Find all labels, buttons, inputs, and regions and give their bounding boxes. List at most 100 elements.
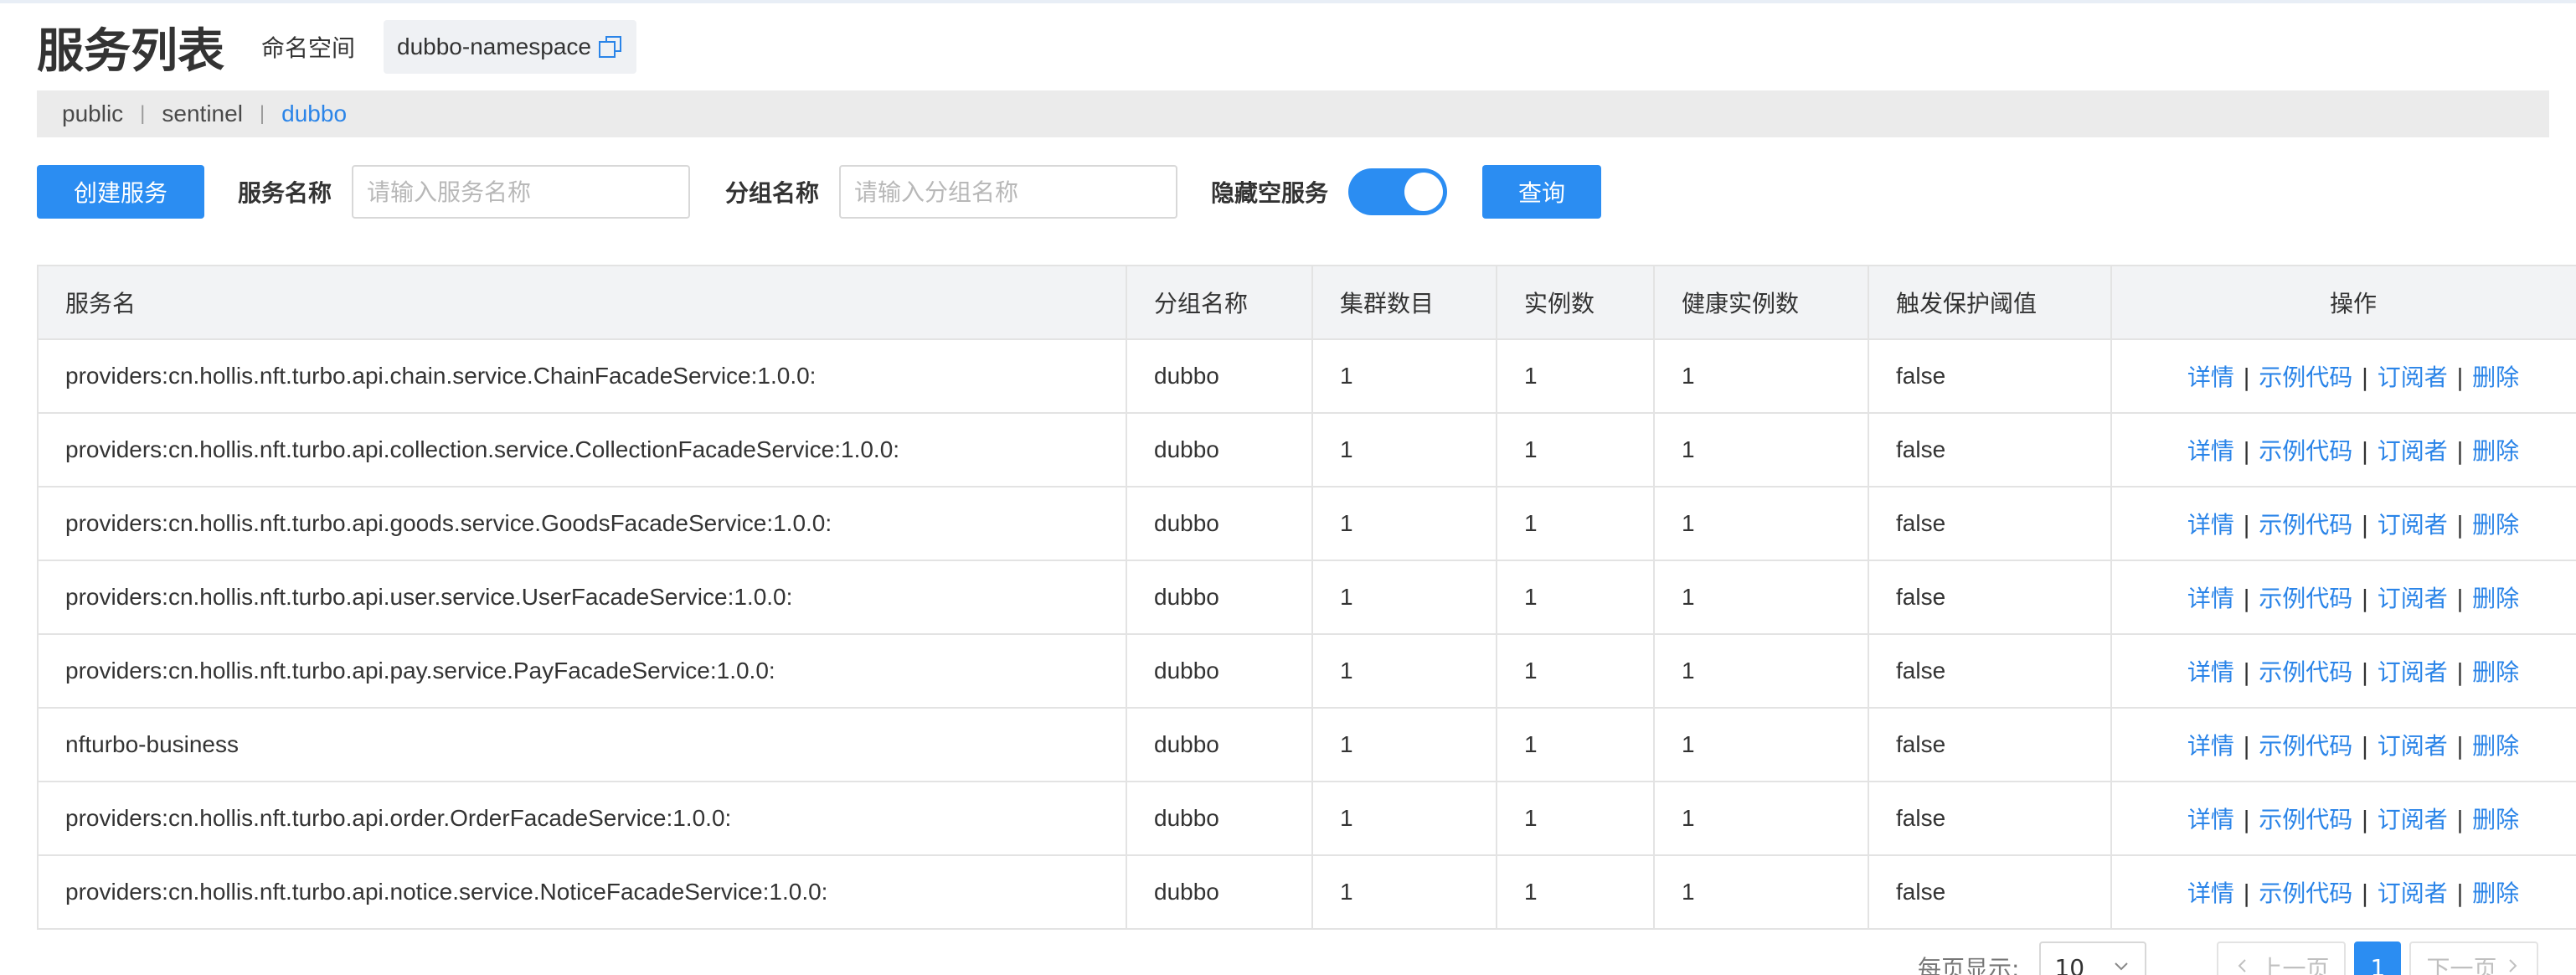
subscribers-link[interactable]: 订阅者 <box>2378 585 2448 612</box>
delete-link[interactable]: 删除 <box>2472 806 2519 833</box>
operation-separator: | <box>2361 364 2369 391</box>
operation-separator: | <box>2242 585 2251 612</box>
cell-instances: 1 <box>1496 412 1655 488</box>
operation-separator: | <box>2455 511 2465 539</box>
cell-name: providers:cn.hollis.nft.turbo.api.goods.… <box>37 486 1127 561</box>
delete-link[interactable]: 删除 <box>2472 880 2519 907</box>
namespace-chip: dubbo-namespace <box>384 20 636 74</box>
cell-healthy: 1 <box>1653 707 1869 782</box>
operation-separator: | <box>2361 658 2369 686</box>
delete-link[interactable]: 删除 <box>2472 437 2519 465</box>
operation-separator: | <box>2455 732 2465 760</box>
operation-separator: | <box>2361 437 2369 465</box>
sample-code-link[interactable]: 示例代码 <box>2259 806 2352 833</box>
cell-group: dubbo <box>1126 412 1313 488</box>
sample-code-link[interactable]: 示例代码 <box>2259 880 2352 907</box>
column-header-group: 分组名称 <box>1126 265 1313 340</box>
column-header-service-name: 服务名 <box>37 265 1127 340</box>
detail-link[interactable]: 详情 <box>2187 585 2234 612</box>
chevron-down-icon <box>2111 954 2131 975</box>
subscribers-link[interactable]: 订阅者 <box>2378 437 2448 465</box>
cell-healthy: 1 <box>1653 338 1869 414</box>
namespace-value: dubbo-namespace <box>397 34 591 59</box>
detail-link[interactable]: 详情 <box>2187 806 2234 833</box>
operation-separator: | <box>2455 806 2465 833</box>
delete-link[interactable]: 删除 <box>2472 585 2519 612</box>
cell-healthy: 1 <box>1653 633 1869 709</box>
next-page-button[interactable]: 下一页 <box>2409 941 2539 975</box>
cell-operations: 详情 | 示例代码 | 订阅者 | 删除 <box>2110 486 2576 561</box>
operation-separator: | <box>2242 732 2251 760</box>
sample-code-link[interactable]: 示例代码 <box>2259 511 2352 539</box>
cell-name: nfturbo-business <box>37 707 1127 782</box>
operation-separator: | <box>2361 806 2369 833</box>
detail-link[interactable]: 详情 <box>2187 880 2234 907</box>
operation-separator: | <box>2242 658 2251 686</box>
cell-operations: 详情 | 示例代码 | 订阅者 | 删除 <box>2110 707 2576 782</box>
cell-operations: 详情 | 示例代码 | 订阅者 | 删除 <box>2110 412 2576 488</box>
table-row: providers:cn.hollis.nft.turbo.api.notice… <box>37 854 2576 930</box>
sample-code-link[interactable]: 示例代码 <box>2259 437 2352 465</box>
service-name-input[interactable] <box>352 165 691 219</box>
namespace-separator: | <box>140 102 146 125</box>
column-header-clusters: 集群数目 <box>1311 265 1497 340</box>
cell-threshold: false <box>1868 781 2112 856</box>
namespace-item-public[interactable]: public <box>62 101 123 127</box>
cell-clusters: 1 <box>1311 781 1497 856</box>
detail-link[interactable]: 详情 <box>2187 732 2234 760</box>
operation-separator: | <box>2361 511 2369 539</box>
cell-threshold: false <box>1868 412 2112 488</box>
hide-empty-toggle[interactable] <box>1348 168 1448 215</box>
cell-healthy: 1 <box>1653 486 1869 561</box>
query-button[interactable]: 查询 <box>1482 165 1602 219</box>
subscribers-link[interactable]: 订阅者 <box>2378 880 2448 907</box>
sample-code-link[interactable]: 示例代码 <box>2259 658 2352 686</box>
table-row: providers:cn.hollis.nft.turbo.api.goods.… <box>37 486 2576 561</box>
cell-group: dubbo <box>1126 338 1313 414</box>
cell-group: dubbo <box>1126 486 1313 561</box>
sample-code-link[interactable]: 示例代码 <box>2259 585 2352 612</box>
delete-link[interactable]: 删除 <box>2472 364 2519 391</box>
detail-link[interactable]: 详情 <box>2187 364 2234 391</box>
cell-threshold: false <box>1868 338 2112 414</box>
operation-separator: | <box>2361 585 2369 612</box>
detail-link[interactable]: 详情 <box>2187 511 2234 539</box>
namespace-label: 命名空间 <box>261 34 356 62</box>
operation-separator: | <box>2242 364 2251 391</box>
delete-link[interactable]: 删除 <box>2472 511 2519 539</box>
detail-link[interactable]: 详情 <box>2187 437 2234 465</box>
column-header-operations: 操作 <box>2110 265 2576 340</box>
sample-code-link[interactable]: 示例代码 <box>2259 364 2352 391</box>
table-body: providers:cn.hollis.nft.turbo.api.chain.… <box>37 338 2576 930</box>
table-row: providers:cn.hollis.nft.turbo.api.pay.se… <box>37 633 2576 709</box>
cell-clusters: 1 <box>1311 412 1497 488</box>
operation-separator: | <box>2242 437 2251 465</box>
cell-clusters: 1 <box>1311 633 1497 709</box>
cell-group: dubbo <box>1126 781 1313 856</box>
operation-separator: | <box>2242 880 2251 907</box>
subscribers-link[interactable]: 订阅者 <box>2378 658 2448 686</box>
cell-clusters: 1 <box>1311 854 1497 930</box>
sample-code-link[interactable]: 示例代码 <box>2259 732 2352 760</box>
chevron-left-icon <box>2233 954 2250 975</box>
table-row: providers:cn.hollis.nft.turbo.api.order.… <box>37 781 2576 856</box>
namespace-item-sentinel[interactable]: sentinel <box>162 101 243 127</box>
namespace-item-dubbo[interactable]: dubbo <box>281 101 347 127</box>
group-name-input[interactable] <box>839 165 1178 219</box>
delete-link[interactable]: 删除 <box>2472 658 2519 686</box>
delete-link[interactable]: 删除 <box>2472 732 2519 760</box>
subscribers-link[interactable]: 订阅者 <box>2378 732 2448 760</box>
subscribers-link[interactable]: 订阅者 <box>2378 364 2448 391</box>
prev-page-button[interactable]: 上一页 <box>2217 941 2347 975</box>
copy-icon[interactable] <box>598 34 623 59</box>
detail-link[interactable]: 详情 <box>2187 658 2234 686</box>
page-size-select[interactable]: 10 <box>2039 941 2147 975</box>
current-page-button[interactable]: 1 <box>2354 941 2402 975</box>
subscribers-link[interactable]: 订阅者 <box>2378 511 2448 539</box>
subscribers-link[interactable]: 订阅者 <box>2378 806 2448 833</box>
cell-instances: 1 <box>1496 854 1655 930</box>
cell-instances: 1 <box>1496 486 1655 561</box>
column-header-healthy: 健康实例数 <box>1653 265 1869 340</box>
prev-page-label: 上一页 <box>2259 955 2330 975</box>
create-service-button[interactable]: 创建服务 <box>37 165 204 219</box>
